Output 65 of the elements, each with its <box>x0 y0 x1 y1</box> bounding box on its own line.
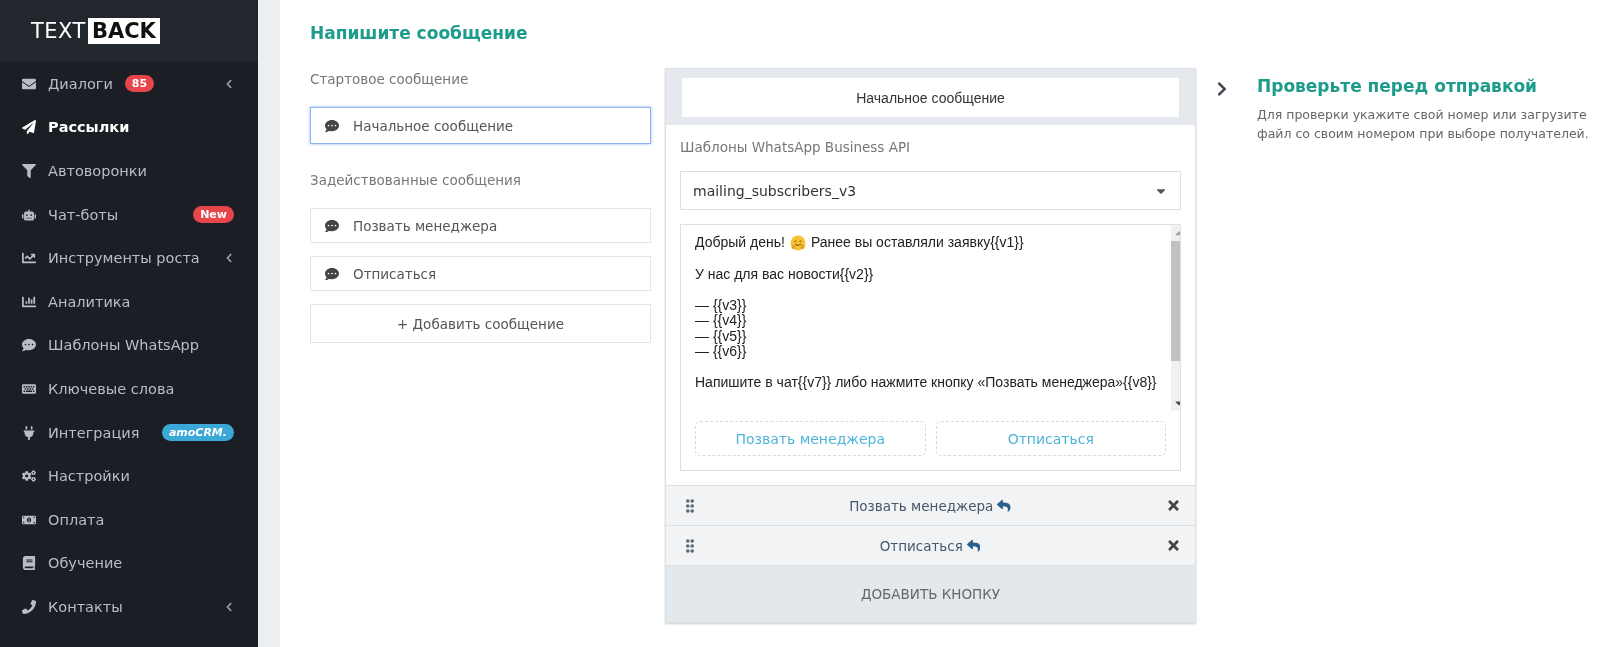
chevron-left-icon[interactable] <box>224 601 234 612</box>
speech-bubble-icon <box>325 118 339 133</box>
message-item[interactable]: Отписаться <box>310 256 651 291</box>
speech-bubble-icon <box>22 338 36 353</box>
message-text: Ранее вы оставляли заявку{{v1}} <box>810 235 1024 251</box>
nav-item[interactable]: Настройки <box>0 454 258 498</box>
nav-item[interactable]: Оплата <box>0 497 258 542</box>
message-text: — {{v5}} <box>695 328 747 344</box>
robot-icon <box>22 207 36 222</box>
message-text: — {{v6}} <box>695 344 747 360</box>
speech-bubble-icon <box>325 266 339 281</box>
chevron-left-icon[interactable] <box>224 253 234 264</box>
nav-item[interactable]: Шаблоны WhatsApp <box>0 323 258 368</box>
envelope-icon <box>22 76 36 91</box>
message-text: — {{v3}} <box>695 297 747 313</box>
keyboard-icon <box>22 381 36 396</box>
nav-item[interactable]: Контакты <box>0 585 258 629</box>
speech-bubble-icon <box>325 218 339 233</box>
chevron-left-icon[interactable] <box>224 78 234 89</box>
nav-item[interactable]: Рассылки <box>0 105 258 150</box>
drag-handle-icon[interactable] <box>686 538 694 553</box>
message-text: Напишите в чат{{v7}} либо нажмите кнопку «Позвать менеджера»{{v8}} <box>695 375 1157 391</box>
check-title: Проверьте перед отправкой <box>1257 76 1538 96</box>
button-label[interactable]: Отписаться <box>879 537 963 554</box>
section-label: Задействованные сообщения <box>310 172 522 188</box>
plug-icon <box>22 425 36 440</box>
nav-item[interactable]: Интеграция amoCRM. <box>0 410 258 455</box>
close-icon[interactable] <box>1166 538 1181 553</box>
message-text: У нас для вас новости{{v2}} <box>695 266 874 282</box>
drag-handle-icon[interactable] <box>686 498 694 513</box>
reply-arrow-icon <box>966 538 981 553</box>
message-tab[interactable]: Начальное сообщение <box>682 78 1179 117</box>
bar-chart-icon <box>22 294 36 309</box>
message-item[interactable]: Позвать менеджера <box>310 208 651 243</box>
field-label: Шаблоны WhatsApp Business API <box>680 139 912 155</box>
close-icon[interactable] <box>1166 498 1181 513</box>
message-text: Добрый день! <box>695 235 785 251</box>
badge: 85 <box>124 75 155 93</box>
nav-item[interactable]: Диалоги 85 <box>0 62 258 106</box>
filter-icon <box>22 164 36 178</box>
template-select[interactable]: mailing_subscribers_v3 <box>680 171 1181 210</box>
nav-item[interactable]: Инструменты роста <box>0 236 258 280</box>
brand-badge: amoCRM. <box>161 424 234 442</box>
book-icon <box>22 556 36 571</box>
add-message-button[interactable]: + Добавить сообщение <box>310 304 651 343</box>
check-description: Для проверки укажите свой номер или загрузите файл со своим номером при выборе получателей. <box>1257 106 1590 143</box>
nav-item[interactable]: Автоворонки <box>0 149 258 193</box>
reply-arrow-icon <box>997 498 1011 513</box>
nav-item[interactable]: Обучение <box>0 541 258 586</box>
message-text: — {{v4}} <box>695 313 747 329</box>
badge: New <box>193 206 234 224</box>
hugging-face-emoji-icon <box>789 235 806 251</box>
nav-item[interactable]: Аналитика <box>0 279 258 324</box>
section-title: Напишите сообщение <box>310 23 529 43</box>
line-chart-icon <box>22 251 36 266</box>
add-button[interactable]: ДОБАВИТЬ КНОПКУ <box>666 565 1195 622</box>
gears-icon <box>22 469 36 484</box>
nav-item[interactable]: Чат-боты New <box>0 192 258 237</box>
nav-item[interactable]: Ключевые слова <box>0 367 258 411</box>
button-label[interactable]: Позвать менеджера <box>849 497 994 514</box>
section-label: Стартовое сообщение <box>310 71 470 87</box>
phone-icon <box>22 599 36 614</box>
message-item[interactable]: Начальное сообщение <box>310 107 651 144</box>
paper-plane-icon <box>22 120 36 135</box>
logo: TEXT BACK <box>31 18 160 44</box>
